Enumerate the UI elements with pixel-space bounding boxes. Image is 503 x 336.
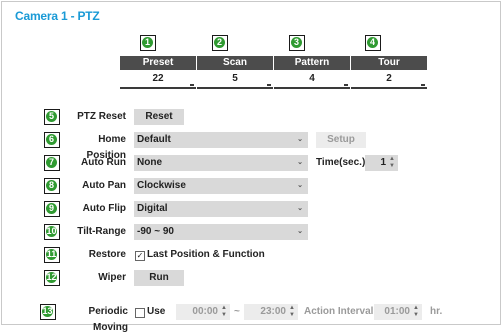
tilt-range-select[interactable]: -90 ~ 90 ⌄	[134, 224, 308, 240]
setup-button[interactable]: Setup	[316, 132, 366, 148]
tilt-range-label: Tilt-Range	[77, 226, 126, 237]
start-time-stepper[interactable]: 00:00 ▲ ▼	[176, 304, 230, 320]
time-stepper[interactable]: 1 ▲ ▼	[365, 155, 398, 171]
callout-3: 3	[289, 35, 305, 51]
use-label: Use	[147, 306, 166, 317]
chevron-down-icon: ⌄	[297, 136, 303, 143]
tour-count[interactable]: 2	[351, 71, 427, 89]
time-label: Time(sec.)	[316, 157, 366, 168]
callout-9: 9	[44, 201, 60, 217]
wiper-label: Wiper	[98, 272, 126, 283]
callout-12: 12	[44, 270, 60, 286]
auto-run-select[interactable]: None ⌄	[134, 155, 308, 171]
auto-pan-label: Auto Pan	[82, 180, 126, 191]
periodic-moving-checkbox[interactable]	[135, 308, 145, 318]
restore-label: Restore	[88, 249, 126, 260]
auto-flip-select[interactable]: Digital ⌄	[134, 201, 308, 217]
pattern-count[interactable]: 4	[274, 71, 350, 89]
auto-pan-select[interactable]: Clockwise ⌄	[134, 178, 308, 194]
auto-run-label: Auto Run	[81, 157, 126, 168]
chevron-down-icon: ⌄	[297, 228, 303, 235]
end-time-stepper[interactable]: 23:00 ▲ ▼	[244, 304, 298, 320]
callout-10: 10	[44, 224, 60, 240]
callout-1: 1	[140, 35, 156, 51]
home-position-select[interactable]: Default ⌄	[134, 132, 308, 148]
stepper-arrows-icon: ▲ ▼	[221, 305, 227, 318]
scan-header: Scan	[197, 56, 273, 70]
preset-header: Preset	[120, 56, 196, 70]
chevron-down-icon: ⌄	[297, 159, 303, 166]
pattern-header: Pattern	[274, 56, 350, 70]
page-title: Camera 1 - PTZ	[15, 9, 100, 23]
restore-option-label: Last Position & Function	[147, 249, 265, 260]
periodic-moving-label: Periodic Moving	[88, 306, 128, 333]
time-range-separator: ~	[234, 306, 240, 317]
preset-count[interactable]: 22	[120, 71, 196, 89]
scan-count[interactable]: 5	[197, 71, 273, 89]
callout-8: 8	[44, 178, 60, 194]
chevron-down-icon: ⌄	[297, 182, 303, 189]
auto-flip-label: Auto Flip	[82, 203, 126, 214]
restore-checkbox[interactable]: ✓	[135, 251, 145, 261]
ptz-settings-panel: Camera 1 - PTZ 1 2 3 4 Preset Scan Patte…	[1, 1, 501, 333]
chevron-down-icon: ⌄	[297, 205, 303, 212]
callout-7: 7	[44, 155, 60, 171]
ptz-reset-label: PTZ Reset	[77, 111, 126, 122]
callout-5: 5	[44, 109, 60, 125]
stepper-arrows-icon: ▲ ▼	[289, 305, 295, 318]
action-interval-label: Action Interval	[304, 306, 374, 317]
run-button[interactable]: Run	[134, 270, 184, 286]
tour-header: Tour	[351, 56, 427, 70]
reset-button[interactable]: Reset	[134, 109, 184, 125]
stepper-arrows-icon: ▲ ▼	[389, 156, 395, 169]
hour-unit-label: hr.	[430, 306, 443, 317]
callout-2: 2	[212, 35, 228, 51]
action-interval-stepper[interactable]: 01:00 ▲ ▼	[374, 304, 422, 320]
stepper-arrows-icon: ▲ ▼	[413, 305, 419, 318]
callout-11: 11	[44, 247, 60, 263]
callout-4: 4	[365, 35, 381, 51]
